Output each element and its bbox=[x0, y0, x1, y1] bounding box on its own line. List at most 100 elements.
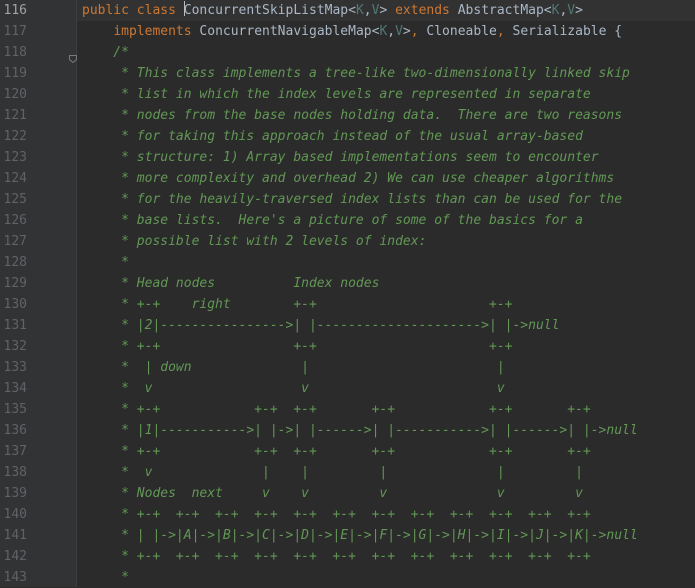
line-number: 135 bbox=[3, 402, 27, 417]
code-line[interactable]: * for taking this approach instead of th… bbox=[77, 126, 695, 147]
code-line-text: * +-+ +-+ +-+ +-+ +-+ +-+ bbox=[82, 399, 591, 420]
type-param-token: V bbox=[395, 24, 403, 39]
code-token: > bbox=[379, 3, 396, 18]
comment-token: * +-+ +-+ +-+ bbox=[82, 339, 513, 354]
line-number: 138 bbox=[3, 465, 27, 480]
comment-token: * | down | | bbox=[82, 360, 505, 375]
code-line-text: * |1|----------->| |->| |------>| |-----… bbox=[82, 420, 638, 441]
code-line-text: * | |->|A|->|B|->|C|->|D|->|E|->|F|->|G|… bbox=[82, 525, 638, 546]
code-line-text: * for taking this approach instead of th… bbox=[82, 126, 583, 147]
line-number: 118 bbox=[3, 45, 27, 60]
comment-token: * +-+ +-+ +-+ +-+ +-+ +-+ bbox=[82, 444, 591, 459]
code-token: Cloneable bbox=[426, 24, 497, 39]
code-line[interactable]: * | |->|A|->|B|->|C|->|D|->|E|->|F|->|G|… bbox=[77, 525, 695, 546]
comment-token: * v | | | | | bbox=[82, 465, 583, 480]
code-line-text: * bbox=[82, 252, 129, 273]
code-line[interactable]: * v v v bbox=[77, 378, 695, 399]
code-line[interactable]: * structure: 1) Array based implementati… bbox=[77, 147, 695, 168]
code-line[interactable]: * base lists. Here's a picture of some o… bbox=[77, 210, 695, 231]
line-number: 122 bbox=[3, 129, 27, 144]
code-line[interactable]: * |2|---------------->| |---------------… bbox=[77, 315, 695, 336]
comment-token: * |2|---------------->| |---------------… bbox=[82, 318, 560, 333]
code-line-text: * This class implements a tree-like two-… bbox=[82, 63, 630, 84]
code-line[interactable]: * bbox=[77, 252, 695, 273]
code-line[interactable]: * +-+ +-+ +-+ +-+ +-+ +-+ bbox=[77, 441, 695, 462]
code-token: , bbox=[387, 24, 396, 39]
line-number: 125 bbox=[3, 192, 27, 207]
code-line-text: * v v v bbox=[82, 378, 505, 399]
code-line-text: * list in which the index levels are rep… bbox=[82, 84, 591, 105]
code-line[interactable]: * +-+ +-+ +-+ +-+ +-+ +-+ +-+ +-+ +-+ +-… bbox=[77, 546, 695, 567]
code-line-text: implements ConcurrentNavigableMap<K,V>, … bbox=[82, 21, 622, 42]
code-line[interactable]: * |1|----------->| |->| |------>| |-----… bbox=[77, 420, 695, 441]
line-number: 128 bbox=[3, 255, 27, 270]
line-number: 139 bbox=[3, 486, 27, 501]
code-line[interactable]: * +-+ +-+ +-+ +-+ +-+ +-+ bbox=[77, 399, 695, 420]
code-line-text: * | down | | bbox=[82, 357, 505, 378]
code-line-text: * Head nodes Index nodes bbox=[82, 273, 379, 294]
comment-token: * Head nodes Index nodes bbox=[82, 276, 380, 291]
line-number: 141 bbox=[3, 528, 27, 543]
keyword-token: class bbox=[136, 3, 176, 18]
line-number: 131 bbox=[3, 318, 27, 333]
comment-token: * bbox=[82, 570, 129, 585]
code-line-text: * nodes from the base nodes holding data… bbox=[82, 105, 622, 126]
comment-token: * +-+ +-+ +-+ +-+ +-+ +-+ +-+ +-+ +-+ +-… bbox=[82, 507, 591, 522]
comment-token: * more complexity and overhead 2) We can… bbox=[82, 171, 615, 186]
code-line[interactable]: * nodes from the base nodes holding data… bbox=[77, 105, 695, 126]
code-line[interactable]: * +-+ right +-+ +-+ bbox=[77, 294, 695, 315]
line-number: 126 bbox=[3, 213, 27, 228]
code-token: Serializable { bbox=[512, 24, 623, 39]
comment-token: * possible list with 2 levels of index: bbox=[82, 234, 427, 249]
comment-token: * | |->|A|->|B|->|C|->|D|->|E|->|F|->|G|… bbox=[82, 528, 638, 543]
comment-token: * +-+ right +-+ +-+ bbox=[82, 297, 513, 312]
comment-token: * Nodes next v v v v v bbox=[82, 486, 583, 501]
code-line[interactable]: * Head nodes Index nodes bbox=[77, 273, 695, 294]
code-line[interactable]: * for the heavily-traversed index lists … bbox=[77, 189, 695, 210]
code-line[interactable]: * Nodes next v v v v v bbox=[77, 483, 695, 504]
code-line-text: * Nodes next v v v v v bbox=[82, 483, 583, 504]
code-line[interactable]: * possible list with 2 levels of index: bbox=[77, 231, 695, 252]
line-number: 120 bbox=[3, 87, 27, 102]
code-token: ConcurrentNavigableMap< bbox=[191, 24, 380, 39]
line-number: 142 bbox=[3, 549, 27, 564]
code-line[interactable]: * bbox=[77, 567, 695, 588]
comment-token: * nodes from the base nodes holding data… bbox=[82, 108, 623, 123]
code-token: AbstractMap< bbox=[449, 3, 552, 18]
code-token: > bbox=[575, 3, 583, 18]
code-line[interactable]: * v | | | | | bbox=[77, 462, 695, 483]
code-line[interactable]: /* bbox=[77, 42, 695, 63]
code-line-text: * |2|---------------->| |---------------… bbox=[82, 315, 559, 336]
fold-marker-icon[interactable] bbox=[69, 55, 77, 63]
keyword-token: extends bbox=[395, 3, 450, 18]
code-line[interactable]: * list in which the index levels are rep… bbox=[77, 84, 695, 105]
line-number-gutter[interactable]: 116 117 118 119 120 121 122 123 124 125 126 127 128 1… bbox=[0, 0, 77, 587]
line-number: 116 bbox=[3, 3, 27, 18]
line-number: 129 bbox=[3, 276, 27, 291]
code-line[interactable]: implements ConcurrentNavigableMap<K,V>, … bbox=[77, 21, 695, 42]
code-line[interactable]: * | down | | bbox=[77, 357, 695, 378]
line-number: 123 bbox=[3, 150, 27, 165]
code-line[interactable]: * more complexity and overhead 2) We can… bbox=[77, 168, 695, 189]
keyword-token: public bbox=[82, 3, 129, 18]
type-param-token: V bbox=[567, 3, 576, 18]
code-line[interactable]: public class ConcurrentSkipListMap<K,V> … bbox=[77, 0, 695, 21]
comment-token: * base lists. Here's a picture of some o… bbox=[82, 213, 583, 228]
code-editor[interactable]: 116 117 118 119 120 121 122 123 124 125 126 127 128 1… bbox=[0, 0, 695, 587]
code-line[interactable]: * This class implements a tree-like two-… bbox=[77, 63, 695, 84]
line-number: 124 bbox=[3, 171, 27, 186]
code-line-text: * +-+ right +-+ +-+ bbox=[82, 294, 512, 315]
line-number: 117 bbox=[3, 24, 27, 39]
code-line[interactable]: * +-+ +-+ +-+ bbox=[77, 336, 695, 357]
comment-token: * +-+ +-+ +-+ +-+ +-+ +-+ bbox=[82, 402, 591, 417]
code-line-text: * structure: 1) Array based implementati… bbox=[82, 147, 598, 168]
comment-token: * |1|----------->| |->| |------>| |-----… bbox=[82, 423, 638, 438]
code-area[interactable]: public class ConcurrentSkipListMap<K,V> … bbox=[77, 0, 695, 587]
line-number: 136 bbox=[3, 423, 27, 438]
code-line-text: /* bbox=[82, 42, 129, 63]
code-line[interactable]: * +-+ +-+ +-+ +-+ +-+ +-+ +-+ +-+ +-+ +-… bbox=[77, 504, 695, 525]
code-token: ConcurrentSkipListMap< bbox=[183, 3, 356, 18]
keyword-token: implements bbox=[113, 24, 192, 39]
